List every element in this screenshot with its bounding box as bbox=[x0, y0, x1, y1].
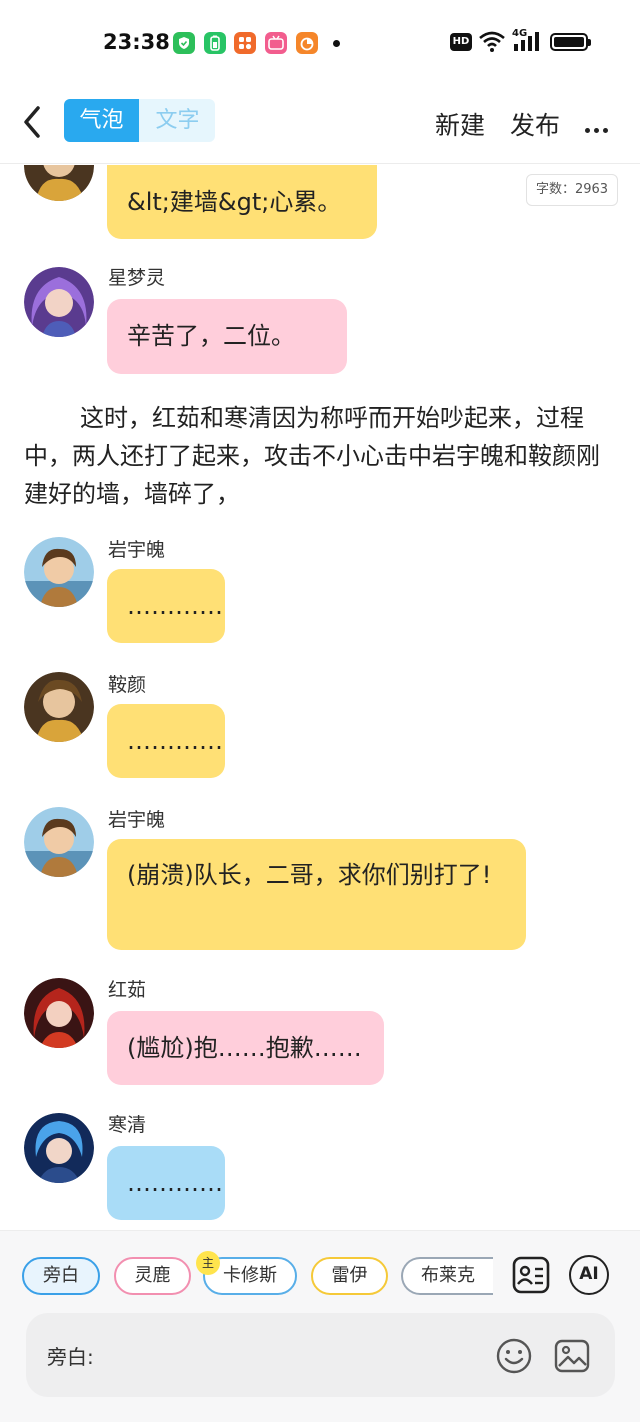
editor-bottom-panel: 旁白 灵鹿 卡修斯 主 雷伊 布莱克 AI 旁白: bbox=[0, 1230, 640, 1422]
avatar-hanqing[interactable] bbox=[24, 1113, 94, 1183]
avatar-anyan[interactable] bbox=[24, 672, 94, 742]
message-text: (崩溃)队长，二哥，求你们别打了! bbox=[127, 861, 492, 889]
narration-text[interactable]: 这时，红茹和寒清因为称呼而开始吵起来，过程中，两人还打了起来，攻击不小心击中岩宇… bbox=[24, 399, 616, 513]
character-chip-narration[interactable]: 旁白 bbox=[22, 1257, 100, 1295]
status-time: 23:38 bbox=[103, 30, 170, 54]
ai-button[interactable]: AI bbox=[569, 1255, 609, 1295]
message-bubble[interactable]: &lt;建墙&gt;心累。 bbox=[107, 165, 377, 239]
speaker-name: 鞍颜 bbox=[108, 674, 147, 696]
battery-app-icon bbox=[204, 32, 226, 54]
avatar-anyan[interactable] bbox=[24, 165, 94, 201]
message-bubble[interactable]: (尴尬)抱……抱歉…… bbox=[107, 1011, 384, 1085]
back-arrow-icon[interactable] bbox=[18, 102, 48, 142]
speaker-name: 寒清 bbox=[108, 1114, 147, 1136]
top-navigation-bar: 气泡 文字 新建 发布 bbox=[0, 86, 640, 164]
publish-button[interactable]: 发布 bbox=[510, 106, 560, 142]
speaker-name: 岩宇魄 bbox=[108, 539, 166, 561]
orange-app-icon bbox=[296, 32, 318, 54]
battery-icon bbox=[550, 33, 591, 51]
message-text: (尴尬)抱……抱歉…… bbox=[127, 1034, 362, 1062]
chat-area[interactable]: &lt;建墙&gt;心累。 星梦灵 辛苦了，二位。 这时，红茹和寒清因为称呼而开… bbox=[0, 165, 640, 1230]
tab-text[interactable]: 文字 bbox=[140, 99, 215, 142]
shield-app-icon bbox=[173, 32, 195, 54]
input-speaker-label: 旁白: bbox=[47, 1345, 94, 1369]
message-input-box: 旁白: bbox=[26, 1313, 615, 1397]
message-bubble[interactable]: (崩溃)队长，二哥，求你们别打了! bbox=[107, 839, 526, 950]
main-character-badge: 主 bbox=[196, 1251, 220, 1275]
message-bubble[interactable]: ………… bbox=[107, 569, 225, 643]
emoji-icon[interactable] bbox=[495, 1337, 533, 1375]
bilibili-app-icon bbox=[265, 32, 287, 54]
avatar-yanyupo[interactable] bbox=[24, 537, 94, 607]
contact-card-icon[interactable] bbox=[511, 1255, 551, 1295]
avatar-hongru[interactable] bbox=[24, 978, 94, 1048]
character-chip-leiyi[interactable]: 雷伊 bbox=[311, 1257, 388, 1295]
message-text: ………… bbox=[127, 592, 223, 620]
message-input[interactable] bbox=[106, 1333, 486, 1377]
character-chip-bulaike[interactable]: 布莱克 bbox=[401, 1257, 493, 1295]
mode-toggle: 气泡 文字 bbox=[64, 99, 215, 142]
message-text: ………… bbox=[127, 1169, 223, 1197]
speaker-name: 红茹 bbox=[108, 979, 147, 1001]
message-bubble[interactable]: ………… bbox=[107, 1146, 225, 1220]
avatar-xingmengling[interactable] bbox=[24, 267, 94, 337]
wifi-icon bbox=[479, 31, 505, 52]
notification-dot-icon bbox=[333, 40, 340, 47]
character-chip-linglu[interactable]: 灵鹿 bbox=[114, 1257, 191, 1295]
status-bar: 23:38 HD 4G bbox=[0, 0, 640, 86]
apps-app-icon bbox=[234, 32, 256, 54]
message-bubble[interactable]: 辛苦了，二位。 bbox=[107, 299, 347, 374]
message-bubble[interactable]: ………… bbox=[107, 704, 225, 778]
tab-bubble[interactable]: 气泡 bbox=[64, 99, 139, 142]
speaker-name: 岩宇魄 bbox=[108, 809, 166, 831]
avatar-yanyupo[interactable] bbox=[24, 807, 94, 877]
speaker-name: 星梦灵 bbox=[108, 267, 166, 289]
image-icon[interactable] bbox=[553, 1337, 591, 1375]
message-text: &lt;建墙&gt;心累。 bbox=[127, 188, 342, 216]
more-options-icon[interactable] bbox=[585, 118, 612, 137]
word-count-badge: 字数：2963 bbox=[526, 174, 618, 206]
message-text: 辛苦了，二位。 bbox=[127, 322, 295, 350]
message-text: ………… bbox=[127, 727, 223, 755]
new-button[interactable]: 新建 bbox=[435, 106, 485, 142]
signal-icon bbox=[514, 32, 539, 51]
hd-icon: HD bbox=[450, 33, 472, 51]
